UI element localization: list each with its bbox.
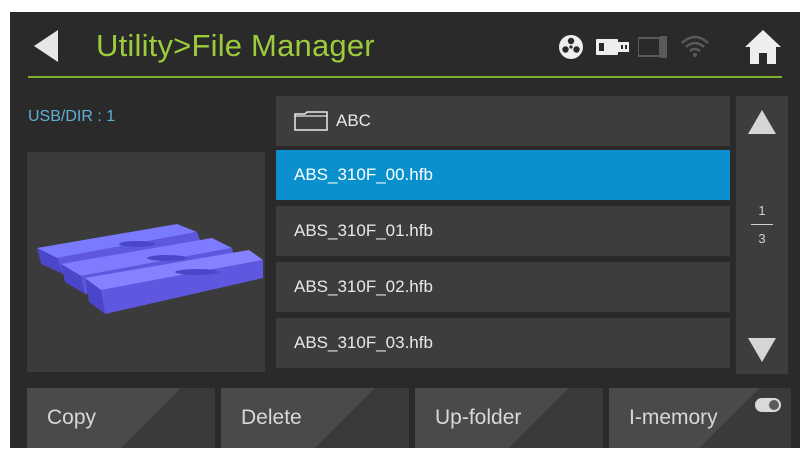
scroll-column: 1 3: [736, 96, 788, 374]
file-name: ABS_310F_02.hfb: [294, 277, 433, 296]
model-preview: [27, 152, 265, 372]
up-folder-button[interactable]: Up-folder: [415, 388, 603, 448]
usb-icon: [596, 39, 629, 55]
file-name: ABS_310F_01.hfb: [294, 221, 433, 240]
file-name: ABS_310F_00.hfb: [294, 165, 433, 184]
back-button[interactable]: [28, 28, 68, 64]
file-item[interactable]: ABS_310F_02.hfb: [276, 262, 730, 312]
i-memory-button-label: I-memory: [629, 406, 718, 429]
filament-reel-icon: [559, 35, 583, 59]
folder-name: ABC: [336, 111, 371, 130]
page-divider: [751, 224, 773, 225]
home-button[interactable]: [744, 28, 782, 66]
page-title: Utility>File Manager: [96, 28, 375, 63]
header-divider: [28, 76, 782, 78]
file-name: ABS_310F_03.hfb: [294, 333, 433, 352]
header: Utility>File Manager: [10, 12, 800, 80]
toggle-icon: [755, 398, 781, 412]
delete-button-label: Delete: [241, 406, 302, 429]
scroll-down-button[interactable]: [747, 336, 777, 364]
scroll-up-button[interactable]: [747, 108, 777, 136]
page-current: 1: [758, 203, 766, 218]
file-item[interactable]: ABS_310F_00.hfb: [276, 150, 730, 200]
copy-button[interactable]: Copy: [27, 388, 215, 448]
usb-dir-label: USB/DIR : 1: [28, 108, 116, 125]
file-item[interactable]: ABS_310F_01.hfb: [276, 206, 730, 256]
delete-button[interactable]: Delete: [221, 388, 409, 448]
page-total: 3: [758, 231, 766, 246]
wifi-icon: [681, 35, 709, 57]
i-memory-button[interactable]: I-memory: [609, 388, 791, 448]
model-preview-image: [37, 224, 263, 314]
page-indicator: 1 3: [736, 202, 788, 247]
copy-button-label: Copy: [47, 406, 97, 429]
file-manager-screen: Utility>File Manager USB/DIR: 1 ABC ABS…: [10, 12, 800, 448]
lan-icon: [638, 36, 667, 58]
folder-icon: [294, 111, 328, 131]
file-item[interactable]: ABS_310F_03.hfb: [276, 318, 730, 368]
up-folder-button-label: Up-folder: [435, 406, 522, 429]
folder-item[interactable]: ABC: [276, 96, 730, 146]
